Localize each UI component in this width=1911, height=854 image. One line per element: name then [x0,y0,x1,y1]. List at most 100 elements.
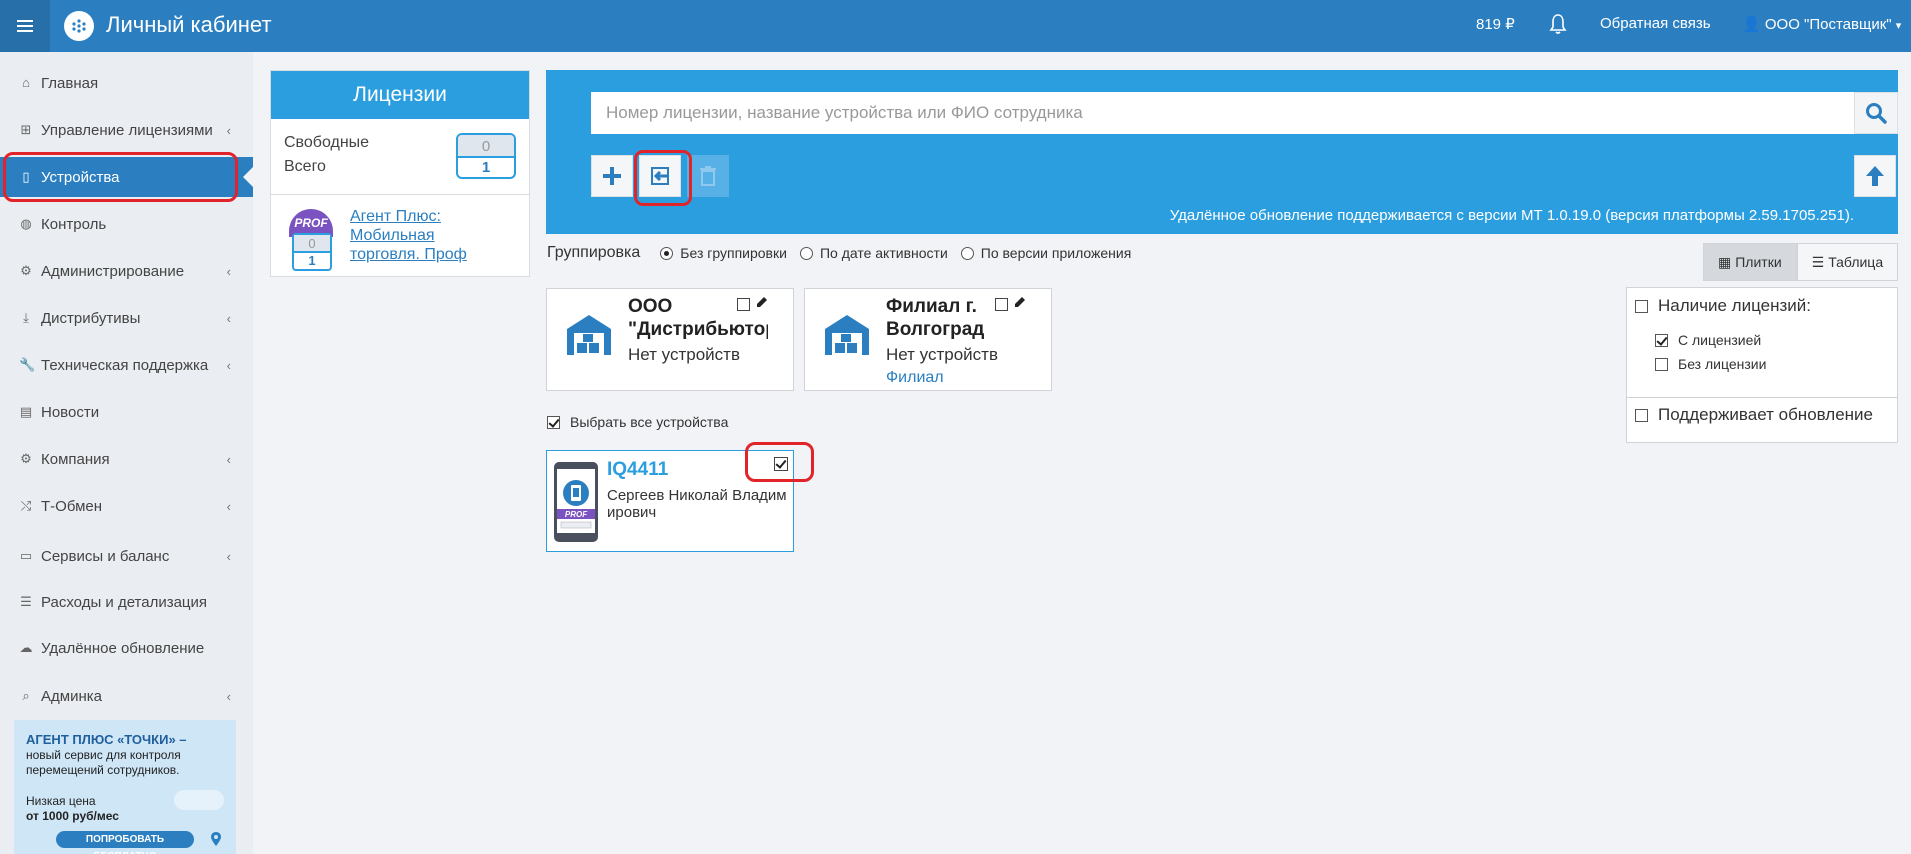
chevron-left-icon: ‹ [226,357,231,373]
newspaper-icon: ▤ [19,404,33,419]
grouping-options: Группировка Без группировки По дате акти… [547,244,1144,262]
grouping-option-none[interactable]: Без группировки [660,245,787,261]
grouping-option-app-version[interactable]: По версии приложения [960,245,1131,261]
radio[interactable] [799,246,813,260]
product-license-link[interactable]: Агент Плюс: Мобильная торговля. Проф [350,207,500,264]
org-checkbox[interactable] [737,298,750,311]
sidebar-item-admin-panel[interactable]: ⌕ Админка ‹ [0,676,253,716]
globe-icon: ◍ [20,216,32,231]
feedback-link[interactable]: Обратная связь [1600,15,1711,32]
org-card-distributor[interactable]: ООО "Дистрибьютор" Нет устройств [546,288,794,391]
sidebar-item-remote-update[interactable]: ☁ Удалённое обновление [0,628,253,668]
org-card-branch-volgograd[interactable]: Филиал г. Волгоград Нет устройств Филиал [804,288,1052,391]
checkbox[interactable] [1655,357,1668,371]
search-button[interactable] [1854,92,1898,134]
sidebar-item-label: Админка [41,687,102,705]
home-icon: ⌂ [22,75,30,90]
product-free-count: 0 [294,235,330,253]
remote-update-button[interactable] [1854,155,1896,197]
sidebar-item-label: Сервисы и баланс [41,547,170,565]
pencil-icon[interactable] [1013,295,1027,309]
checkbox-checked[interactable] [1655,333,1668,347]
sidebar-item-label: Компания [41,450,110,468]
checkbox[interactable] [1635,408,1648,422]
filter-supports-update[interactable]: Поддерживает обновление [1635,405,1873,425]
sidebar-item-label: Удалённое обновление [41,639,205,657]
grouping-option-activity-date[interactable]: По дате активности [799,245,948,261]
promo-banner[interactable]: АГЕНТ ПЛЮС «ТОЧКИ» – новый сервис для ко… [14,720,236,854]
filter-label: Без лицензии [1678,356,1767,372]
sidebar-item-administration[interactable]: ⚙ Администрирование ‹ [0,251,253,291]
org-status: Нет устройств [886,345,998,364]
hamburger-icon [17,20,33,32]
menu-toggle-button[interactable] [0,0,50,52]
balance-link[interactable]: 819 ₽ [1476,15,1515,33]
sidebar-item-label: Техническая поддержка [41,356,209,374]
chevron-left-icon: ‹ [226,122,231,138]
account-menu[interactable]: 👤 ООО "Поставщик" ▾ [1742,15,1901,33]
smartphone-icon: PROF [554,462,598,542]
licenses-free-label: Свободные [284,134,370,151]
map-pin-icon [211,832,221,846]
sidebar-item-news[interactable]: ▤ Новости [0,392,253,432]
sidebar-item-home[interactable]: ⌂ Главная [0,63,253,103]
licenses-title: Лицензии [271,71,529,119]
account-name: ООО "Поставщик" [1764,16,1892,33]
device-owner: Сергеев Николай Владимирович [607,487,787,521]
device-name[interactable]: IQ4411 [607,459,668,481]
cloud-decoration [174,790,224,810]
trash-icon [700,166,716,186]
view-tiles-button[interactable]: ▦ Плитки [1703,243,1797,281]
sidebar-item-distributives[interactable]: ⤓ Дистрибутивы ‹ [0,298,253,338]
sidebar-item-t-exchange[interactable]: ⤭ Т-Обмен ‹ [0,486,253,526]
active-indicator-arrow [243,167,253,187]
list-icon: ☰ [20,594,32,609]
checkbox[interactable] [1635,299,1648,313]
sidebar-item-services-balance[interactable]: ▭ Сервисы и баланс ‹ [0,536,253,576]
select-all-devices[interactable]: Выбрать все устройства [547,414,728,430]
checkbox-checked[interactable] [547,415,560,429]
sidebar-item-expenses[interactable]: ☰ Расходы и детализация [0,582,253,622]
divider [1627,397,1897,398]
promo-price-line: Низкая цена [26,794,96,808]
view-tiles-label: Плитки [1735,254,1782,270]
sidebar-item-control[interactable]: ◍ Контроль [0,204,253,244]
search-icon [1866,103,1887,124]
cloud-upload-icon: ☁ [19,640,33,655]
add-device-button[interactable] [591,155,633,197]
filter-license-availability[interactable]: Наличие лицензий: [1635,296,1811,316]
filter-without-license[interactable]: Без лицензии [1655,356,1766,372]
radio[interactable] [960,246,974,260]
app-title: Личный кабинет [106,12,272,37]
pencil-icon[interactable] [755,295,769,309]
highlight-outline-move-button [634,150,692,206]
sidebar-item-company[interactable]: ⚙ Компания ‹ [0,439,253,479]
promo-try-button[interactable]: ПОПРОБОВАТЬ БЕСПЛАТНО [56,831,194,854]
delete-device-button[interactable] [687,155,729,197]
logo-icon [72,19,86,33]
licenses-counter: 0 1 [456,133,516,179]
grouping-option-label: Без группировки [680,245,787,261]
divider [271,194,529,195]
radio-selected[interactable] [660,246,674,260]
sidebar-item-label: Главная [41,74,99,92]
sidebar-item-license-management[interactable]: ⊞ Управление лицензиями ‹ [0,110,253,150]
licenses-total-count: 1 [481,159,491,176]
search-input[interactable] [591,92,1854,134]
highlight-outline-device-checkbox [745,442,814,482]
bell-icon[interactable] [1549,13,1567,35]
org-checkbox[interactable] [995,298,1008,311]
warehouse-icon [825,315,869,355]
filter-with-license[interactable]: С лицензией [1655,332,1761,348]
promo-text: новый сервис для контроля перемещений со… [26,748,181,777]
filters-panel: Наличие лицензий: С лицензией Без лиценз… [1626,287,1898,443]
licenses-free-count: 0 [458,135,514,158]
sidebar-item-support[interactable]: 🔧 Техническая поддержка ‹ [0,345,253,385]
org-status: Нет устройств [628,345,740,364]
filter-label: Поддерживает обновление [1658,405,1873,424]
chevron-left-icon: ‹ [226,548,231,564]
remote-update-note: Удалённое обновление поддерживается с ве… [1169,207,1854,224]
view-table-button[interactable]: ☰ Таблица [1796,243,1899,281]
promo-title: АГЕНТ ПЛЮС «ТОЧКИ» – [26,732,187,747]
sitemap-icon: ⊞ [20,122,32,137]
